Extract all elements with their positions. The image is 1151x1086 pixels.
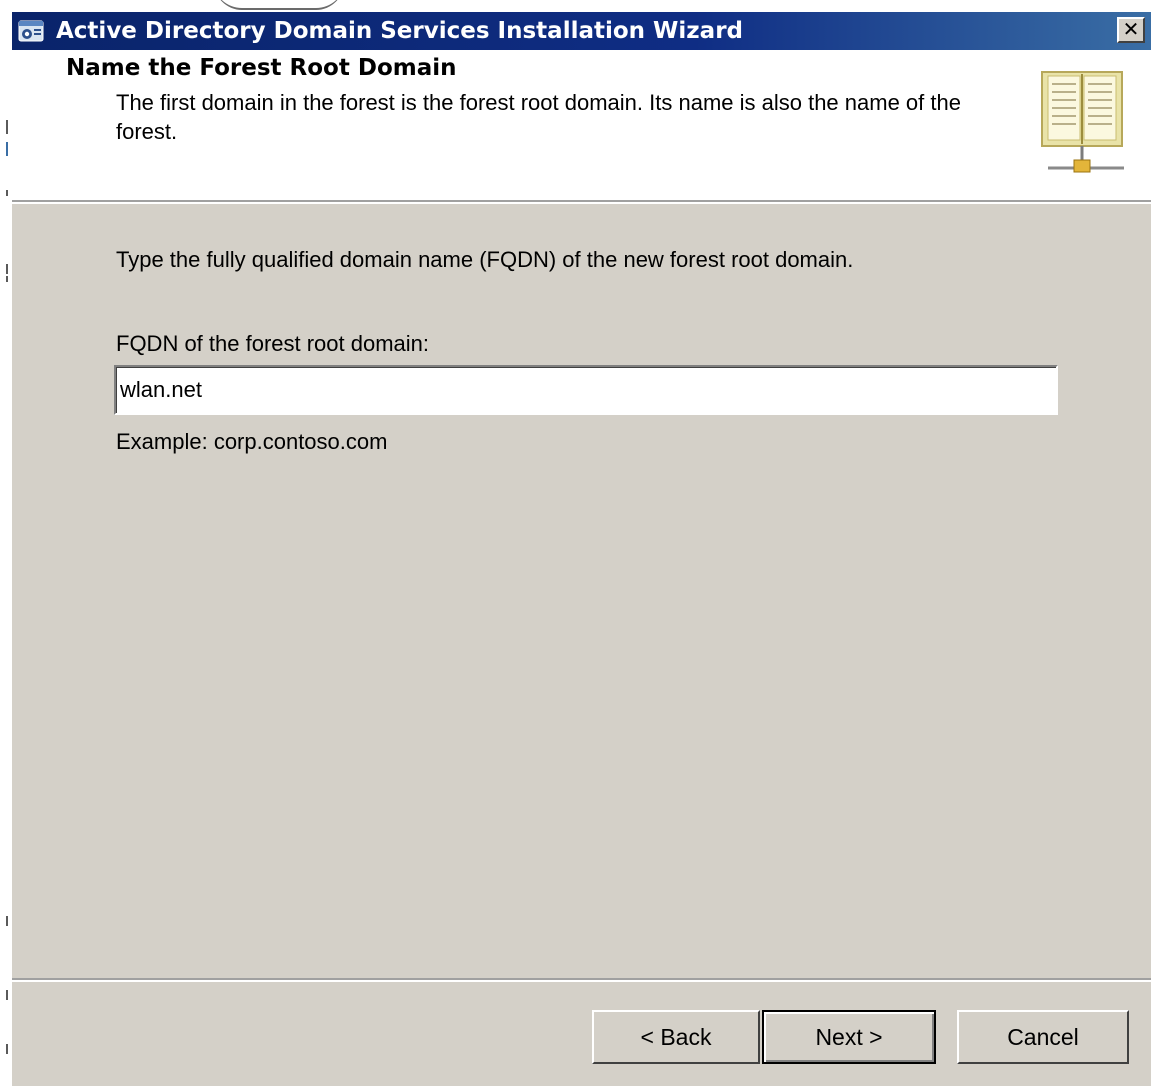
window-title: Active Directory Domain Services Install… [56,18,744,44]
next-button[interactable]: Next > [762,1010,936,1064]
instruction-text: Type the fully qualified domain name (FQ… [116,247,854,272]
desktop-edge [0,0,12,1086]
desktop-edge-mark [6,120,8,134]
title-bar[interactable]: Active Directory Domain Services Install… [12,12,1151,50]
close-icon: ✕ [1122,17,1140,41]
desktop-edge-mark [6,190,8,196]
wizard-window: Active Directory Domain Services Install… [12,12,1151,1086]
desktop-edge-mark [6,990,8,1000]
desktop-edge-mark [6,264,8,274]
back-button[interactable]: < Back [592,1010,760,1064]
cancel-button[interactable]: Cancel [957,1010,1129,1064]
desktop-edge-mark [6,142,8,156]
fqdn-label: FQDN of the forest root domain: [116,331,430,356]
fqdn-input[interactable] [114,365,1058,415]
close-button[interactable]: ✕ [1117,17,1145,43]
wizard-app-icon [18,19,44,43]
footer-divider-highlight [12,980,1151,982]
desktop-edge-mark [6,276,8,282]
fqdn-example: Example: corp.contoso.com [116,429,388,454]
desktop-edge-mark [6,1044,8,1054]
header-divider-highlight [12,202,1151,204]
directory-book-icon [1036,68,1126,176]
page-description: The first domain in the forest is the fo… [116,90,961,144]
desktop-edge-mark [6,916,8,926]
page-title: Name the Forest Root Domain [66,55,457,81]
wizard-header: Name the Forest Root Domain The first do… [12,50,1151,200]
